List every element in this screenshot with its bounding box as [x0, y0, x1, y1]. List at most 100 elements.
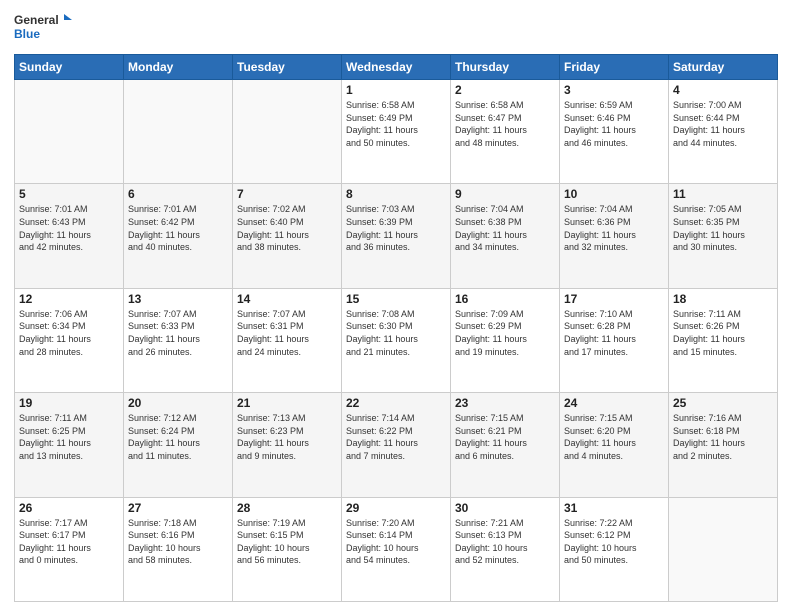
- header: General Blue: [14, 10, 778, 46]
- calendar-cell: 18 Sunrise: 7:11 AM Sunset: 6:26 PM Dayli…: [669, 288, 778, 392]
- calendar-week-row: 1 Sunrise: 6:58 AM Sunset: 6:49 PM Daylig…: [15, 80, 778, 184]
- day-number: 23: [455, 396, 555, 410]
- day-info: Sunrise: 7:04 AM Sunset: 6:38 PM Dayligh…: [455, 203, 555, 253]
- day-info: Sunrise: 7:15 AM Sunset: 6:21 PM Dayligh…: [455, 412, 555, 462]
- day-info: Sunrise: 6:58 AM Sunset: 6:47 PM Dayligh…: [455, 99, 555, 149]
- day-info: Sunrise: 7:17 AM Sunset: 6:17 PM Dayligh…: [19, 517, 119, 567]
- day-info: Sunrise: 7:07 AM Sunset: 6:33 PM Dayligh…: [128, 308, 228, 358]
- weekday-header-friday: Friday: [560, 55, 669, 80]
- calendar-cell: 1 Sunrise: 6:58 AM Sunset: 6:49 PM Daylig…: [342, 80, 451, 184]
- calendar-cell: 31Sunrise: 7:22 AM Sunset: 6:12 PM Dayli…: [560, 497, 669, 601]
- day-number: 21: [237, 396, 337, 410]
- calendar-cell: 26 Sunrise: 7:17 AM Sunset: 6:17 PM Dayli…: [15, 497, 124, 601]
- calendar-week-row: 12Sunrise: 7:06 AM Sunset: 6:34 PM Dayli…: [15, 288, 778, 392]
- day-number: 8: [346, 187, 446, 201]
- day-number: 28: [237, 501, 337, 515]
- day-info: Sunrise: 7:19 AM Sunset: 6:15 PM Dayligh…: [237, 517, 337, 567]
- calendar-cell: 14Sunrise: 7:07 AM Sunset: 6:31 PM Dayli…: [233, 288, 342, 392]
- calendar-cell: 2 Sunrise: 6:58 AM Sunset: 6:47 PM Daylig…: [451, 80, 560, 184]
- weekday-header-thursday: Thursday: [451, 55, 560, 80]
- calendar-cell: 22 Sunrise: 7:14 AM Sunset: 6:22 PM Dayli…: [342, 393, 451, 497]
- day-info: Sunrise: 7:21 AM Sunset: 6:13 PM Dayligh…: [455, 517, 555, 567]
- calendar-cell: 13 Sunrise: 7:07 AM Sunset: 6:33 PM Dayli…: [124, 288, 233, 392]
- day-info: Sunrise: 7:06 AM Sunset: 6:34 PM Dayligh…: [19, 308, 119, 358]
- day-number: 10: [564, 187, 664, 201]
- calendar-cell: [233, 80, 342, 184]
- calendar-cell: 17Sunrise: 7:10 AM Sunset: 6:28 PM Dayli…: [560, 288, 669, 392]
- calendar-cell: 16 Sunrise: 7:09 AM Sunset: 6:29 PM Dayli…: [451, 288, 560, 392]
- day-number: 17: [564, 292, 664, 306]
- day-info: Sunrise: 6:58 AM Sunset: 6:49 PM Dayligh…: [346, 99, 446, 149]
- logo: General Blue: [14, 10, 74, 46]
- day-info: Sunrise: 7:14 AM Sunset: 6:22 PM Dayligh…: [346, 412, 446, 462]
- day-number: 16: [455, 292, 555, 306]
- day-number: 1: [346, 83, 446, 97]
- calendar-cell: 15 Sunrise: 7:08 AM Sunset: 6:30 PM Dayli…: [342, 288, 451, 392]
- day-info: Sunrise: 7:15 AM Sunset: 6:20 PM Dayligh…: [564, 412, 664, 462]
- day-number: 26: [19, 501, 119, 515]
- day-number: 25: [673, 396, 773, 410]
- day-info: Sunrise: 7:01 AM Sunset: 6:43 PM Dayligh…: [19, 203, 119, 253]
- day-info: Sunrise: 7:01 AM Sunset: 6:42 PM Dayligh…: [128, 203, 228, 253]
- day-info: Sunrise: 7:08 AM Sunset: 6:30 PM Dayligh…: [346, 308, 446, 358]
- day-number: 29: [346, 501, 446, 515]
- calendar-cell: 20Sunrise: 7:12 AM Sunset: 6:24 PM Dayli…: [124, 393, 233, 497]
- day-number: 9: [455, 187, 555, 201]
- day-info: Sunrise: 7:16 AM Sunset: 6:18 PM Dayligh…: [673, 412, 773, 462]
- day-number: 22: [346, 396, 446, 410]
- day-info: Sunrise: 7:05 AM Sunset: 6:35 PM Dayligh…: [673, 203, 773, 253]
- day-info: Sunrise: 7:07 AM Sunset: 6:31 PM Dayligh…: [237, 308, 337, 358]
- day-number: 3: [564, 83, 664, 97]
- day-number: 4: [673, 83, 773, 97]
- day-number: 5: [19, 187, 119, 201]
- calendar-cell: 10 Sunrise: 7:04 AM Sunset: 6:36 PM Dayli…: [560, 184, 669, 288]
- calendar-cell: [669, 497, 778, 601]
- calendar-cell: 23 Sunrise: 7:15 AM Sunset: 6:21 PM Dayli…: [451, 393, 560, 497]
- calendar-cell: 30 Sunrise: 7:21 AM Sunset: 6:13 PM Dayli…: [451, 497, 560, 601]
- calendar-cell: 4Sunrise: 7:00 AM Sunset: 6:44 PM Daylig…: [669, 80, 778, 184]
- day-info: Sunrise: 7:22 AM Sunset: 6:12 PM Dayligh…: [564, 517, 664, 567]
- page: General Blue SundayMondayTuesdayWednesda…: [0, 0, 792, 612]
- calendar-cell: 29Sunrise: 7:20 AM Sunset: 6:14 PM Dayli…: [342, 497, 451, 601]
- calendar-cell: 19 Sunrise: 7:11 AM Sunset: 6:25 PM Dayli…: [15, 393, 124, 497]
- logo-svg: General Blue: [14, 10, 74, 46]
- day-number: 19: [19, 396, 119, 410]
- day-number: 2: [455, 83, 555, 97]
- day-info: Sunrise: 7:04 AM Sunset: 6:36 PM Dayligh…: [564, 203, 664, 253]
- calendar-cell: 27 Sunrise: 7:18 AM Sunset: 6:16 PM Dayli…: [124, 497, 233, 601]
- calendar-cell: 11Sunrise: 7:05 AM Sunset: 6:35 PM Dayli…: [669, 184, 778, 288]
- calendar-cell: 24 Sunrise: 7:15 AM Sunset: 6:20 PM Dayli…: [560, 393, 669, 497]
- calendar-cell: 21Sunrise: 7:13 AM Sunset: 6:23 PM Dayli…: [233, 393, 342, 497]
- day-info: Sunrise: 7:09 AM Sunset: 6:29 PM Dayligh…: [455, 308, 555, 358]
- calendar-cell: [15, 80, 124, 184]
- weekday-header-wednesday: Wednesday: [342, 55, 451, 80]
- day-number: 15: [346, 292, 446, 306]
- calendar-week-row: 5 Sunrise: 7:01 AM Sunset: 6:43 PM Daylig…: [15, 184, 778, 288]
- day-number: 18: [673, 292, 773, 306]
- day-number: 27: [128, 501, 228, 515]
- day-number: 24: [564, 396, 664, 410]
- calendar-table: SundayMondayTuesdayWednesdayThursdayFrid…: [14, 54, 778, 602]
- day-info: Sunrise: 7:18 AM Sunset: 6:16 PM Dayligh…: [128, 517, 228, 567]
- day-number: 20: [128, 396, 228, 410]
- calendar-week-row: 26 Sunrise: 7:17 AM Sunset: 6:17 PM Dayli…: [15, 497, 778, 601]
- weekday-header-saturday: Saturday: [669, 55, 778, 80]
- day-info: Sunrise: 7:03 AM Sunset: 6:39 PM Dayligh…: [346, 203, 446, 253]
- calendar-cell: 9 Sunrise: 7:04 AM Sunset: 6:38 PM Daylig…: [451, 184, 560, 288]
- calendar-cell: 6Sunrise: 7:01 AM Sunset: 6:42 PM Daylig…: [124, 184, 233, 288]
- weekday-header-sunday: Sunday: [15, 55, 124, 80]
- day-info: Sunrise: 7:11 AM Sunset: 6:26 PM Dayligh…: [673, 308, 773, 358]
- calendar-cell: 3 Sunrise: 6:59 AM Sunset: 6:46 PM Daylig…: [560, 80, 669, 184]
- calendar-cell: 12Sunrise: 7:06 AM Sunset: 6:34 PM Dayli…: [15, 288, 124, 392]
- weekday-header-row: SundayMondayTuesdayWednesdayThursdayFrid…: [15, 55, 778, 80]
- calendar-cell: 8 Sunrise: 7:03 AM Sunset: 6:39 PM Daylig…: [342, 184, 451, 288]
- day-info: Sunrise: 7:11 AM Sunset: 6:25 PM Dayligh…: [19, 412, 119, 462]
- calendar-cell: 5 Sunrise: 7:01 AM Sunset: 6:43 PM Daylig…: [15, 184, 124, 288]
- day-number: 13: [128, 292, 228, 306]
- svg-text:Blue: Blue: [14, 27, 40, 41]
- calendar-cell: 7Sunrise: 7:02 AM Sunset: 6:40 PM Daylig…: [233, 184, 342, 288]
- day-info: Sunrise: 6:59 AM Sunset: 6:46 PM Dayligh…: [564, 99, 664, 149]
- calendar-week-row: 19 Sunrise: 7:11 AM Sunset: 6:25 PM Dayli…: [15, 393, 778, 497]
- calendar-cell: 25 Sunrise: 7:16 AM Sunset: 6:18 PM Dayli…: [669, 393, 778, 497]
- day-number: 30: [455, 501, 555, 515]
